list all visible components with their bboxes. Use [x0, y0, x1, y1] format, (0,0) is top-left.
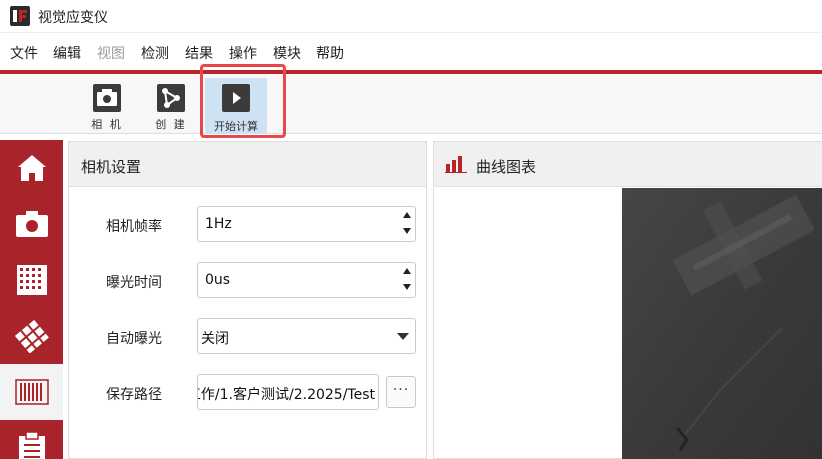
spin-up-icon[interactable]	[403, 212, 411, 218]
title-bar: 视觉应变仪	[0, 0, 822, 32]
mesh-icon	[14, 319, 49, 353]
sidebar-item-mesh[interactable]	[0, 308, 63, 364]
toolbar: 相 机 创 建 开始计算	[0, 74, 822, 134]
browse-button[interactable]: ···	[386, 376, 416, 408]
menu-view[interactable]: 视图	[97, 43, 125, 63]
menu-help[interactable]: 帮助	[316, 43, 344, 63]
exposure-time-stepper[interactable]	[402, 268, 412, 292]
spin-down-icon[interactable]	[403, 284, 411, 290]
camera-settings-panel: 相机设置 相机帧率 1Hz 曝光时间 0us 自动曝光 关闭 保存路径 工作/1…	[68, 141, 427, 459]
sidebar-item-camera[interactable]	[0, 196, 63, 252]
highlight-annotation	[200, 64, 286, 138]
camera-settings-title: 相机设置	[81, 158, 142, 176]
spin-up-icon[interactable]	[403, 268, 411, 274]
home-icon	[17, 155, 46, 181]
camera-tool-button[interactable]: 相 机	[84, 80, 130, 132]
frame-rate-stepper[interactable]	[402, 212, 412, 236]
sidebar	[0, 140, 63, 459]
sidebar-item-strain-gauge[interactable]	[0, 364, 63, 420]
sidebar-item-grid[interactable]	[0, 252, 63, 308]
menu-edit[interactable]: 编辑	[53, 43, 81, 63]
sidebar-item-home[interactable]	[0, 140, 63, 196]
frame-rate-spinbox[interactable]: 1Hz	[197, 206, 416, 242]
menu-bar: 文件 编辑 视图 检测 结果 操作 模块 帮助	[0, 32, 822, 70]
camera-icon	[15, 211, 48, 237]
spin-down-icon[interactable]	[403, 228, 411, 234]
create-icon	[157, 84, 185, 112]
menu-operate[interactable]: 操作	[229, 43, 257, 63]
camera-frame	[622, 188, 822, 459]
auto-exposure-label: 自动曝光	[106, 331, 162, 347]
exposure-time-spinbox[interactable]: 0us	[197, 262, 416, 298]
menu-file[interactable]: 文件	[10, 43, 38, 63]
strain-gauge-icon	[14, 379, 49, 405]
chart-panel-header: 曲线图表	[434, 142, 822, 187]
menu-results[interactable]: 结果	[185, 43, 213, 63]
auto-exposure-dropdown[interactable]: 关闭	[197, 318, 416, 354]
save-path-label: 保存路径	[106, 387, 162, 403]
create-tool-button[interactable]: 创 建	[148, 80, 194, 132]
exposure-time-label: 曝光时间	[106, 275, 162, 291]
chart-panel-title: 曲线图表	[476, 158, 537, 176]
bar-chart-icon	[445, 156, 467, 173]
chart-panel: 曲线图表	[433, 141, 822, 459]
sidebar-item-report[interactable]	[0, 420, 63, 459]
save-path-field[interactable]: 工作/1.客户测试/2.2025/Test	[197, 374, 379, 410]
window-title: 视觉应变仪	[38, 10, 108, 26]
auto-exposure-value: 关闭	[201, 331, 229, 347]
frame-rate-label: 相机帧率	[106, 219, 162, 235]
camera-settings-header: 相机设置	[69, 142, 426, 187]
grid-icon	[16, 265, 47, 295]
save-path-value: 工作/1.客户测试/2.2025/Test	[197, 387, 375, 403]
frame-rate-value: 1Hz	[205, 216, 232, 232]
menu-detect[interactable]: 检测	[141, 43, 169, 63]
exposure-time-value: 0us	[205, 272, 231, 288]
create-tool-label: 创 建	[155, 118, 187, 131]
menu-module[interactable]: 模块	[273, 43, 301, 63]
camera-preview-image	[622, 188, 822, 459]
camera-icon	[93, 84, 121, 112]
app-logo-icon	[10, 6, 30, 26]
camera-tool-label: 相 机	[91, 118, 123, 131]
chevron-down-icon[interactable]	[397, 333, 409, 340]
clipboard-icon	[18, 431, 45, 459]
